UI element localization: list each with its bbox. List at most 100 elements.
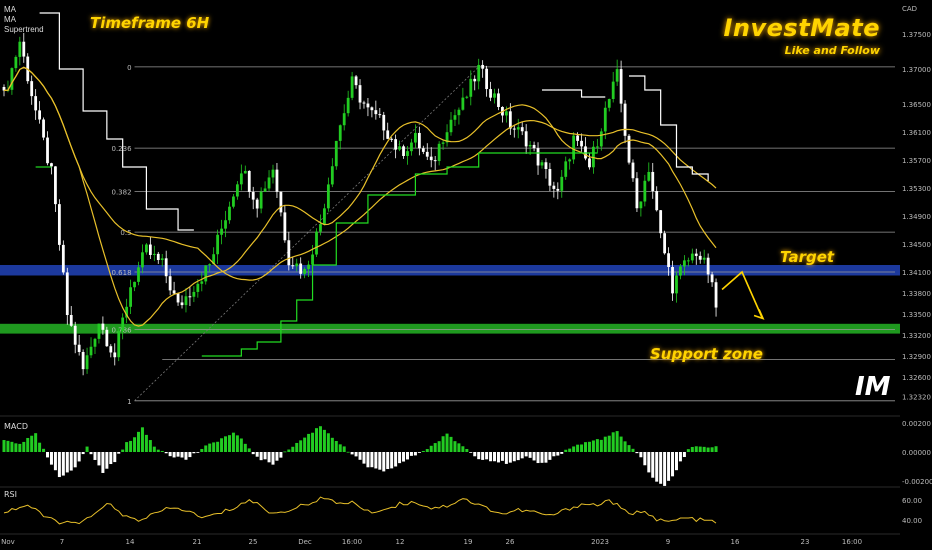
candle-body	[536, 148, 540, 166]
candle-body	[485, 68, 489, 90]
macd-bar	[370, 452, 374, 468]
macd-bar	[690, 446, 694, 452]
candle-body	[532, 144, 536, 149]
time-tick-2: 14	[126, 538, 135, 546]
candle-body	[38, 110, 42, 120]
candle-body	[394, 139, 398, 150]
macd-bar	[635, 452, 639, 454]
candle-body	[580, 140, 583, 147]
rsi-label[interactable]: RSI	[4, 490, 17, 499]
macd-bar	[560, 452, 564, 454]
macd-bar	[184, 452, 188, 460]
candle-body	[184, 296, 188, 306]
candle-body	[461, 97, 465, 110]
candle-body	[235, 184, 239, 197]
macd-bar	[235, 435, 239, 452]
macd-bar	[556, 452, 560, 456]
macd-bar	[374, 452, 378, 469]
candle-body	[453, 115, 457, 120]
candle-body	[34, 96, 38, 111]
candle-body	[631, 162, 635, 179]
time-tick-9: 26	[506, 538, 515, 546]
brand-title: InvestMate	[723, 14, 880, 42]
candle-body	[156, 253, 160, 261]
time-tick-4: 25	[249, 538, 258, 546]
candle-body	[564, 161, 568, 177]
trading-chart[interactable]: 00.2360.3820.50.6180.7861CAD1.375001.370…	[0, 0, 932, 550]
candle-body	[366, 103, 370, 108]
macd-bar	[330, 437, 334, 452]
macd-bar	[694, 446, 698, 452]
candle-body	[307, 264, 310, 270]
candle-body	[682, 260, 686, 267]
macd-bar	[647, 452, 651, 473]
macd-bar	[156, 449, 160, 452]
macd-bar	[227, 435, 231, 452]
candle-body	[647, 171, 651, 181]
macd-bar	[702, 446, 706, 452]
candle-body	[145, 244, 148, 253]
candle-body	[271, 169, 275, 178]
legend-ma-2[interactable]: MA	[4, 15, 44, 25]
macd-bar	[489, 452, 493, 462]
candle-body	[421, 148, 425, 152]
price-tick-13: 1.32600	[902, 374, 931, 382]
candle-body	[105, 329, 109, 347]
candle-body	[465, 96, 469, 98]
macd-bar	[449, 436, 453, 452]
candle-body	[109, 346, 113, 353]
candle-body	[192, 291, 196, 297]
candle-body	[548, 168, 552, 186]
macd-bar	[532, 452, 536, 461]
candle-body	[97, 323, 101, 339]
candle-body	[121, 317, 125, 332]
macd-bar	[504, 452, 508, 464]
candle-body	[572, 135, 576, 160]
macd-bar	[477, 452, 481, 460]
macd-bar	[176, 452, 180, 457]
macd-bar	[129, 440, 133, 452]
price-tick-9: 1.33800	[902, 290, 931, 298]
macd-bar	[259, 452, 263, 461]
candle-body	[406, 151, 409, 156]
macd-bar	[548, 452, 552, 460]
macd-bar	[413, 452, 417, 456]
candle-body	[556, 188, 560, 191]
macd-bar	[125, 442, 129, 452]
candle-body	[374, 110, 378, 115]
candle-body	[338, 125, 342, 141]
candle-body	[54, 166, 57, 205]
price-tick-2: 1.36500	[902, 101, 931, 109]
macd-bar	[516, 452, 520, 461]
macd-bar	[540, 452, 544, 463]
macd-bar	[623, 441, 627, 452]
candle-body	[714, 282, 718, 308]
macd-bar	[674, 452, 678, 471]
legend-supertrend[interactable]: Supertrend	[4, 25, 44, 35]
target-label: Target	[780, 248, 835, 266]
macd-bar	[220, 438, 224, 452]
time-tick-8: 19	[464, 538, 473, 546]
legend-ma-1[interactable]: MA	[4, 5, 44, 15]
macd-label[interactable]: MACD	[4, 422, 28, 431]
macd-bar	[212, 442, 216, 452]
macd-bar	[425, 449, 429, 452]
candle-body	[77, 344, 81, 352]
candle-body	[30, 81, 34, 97]
macd-bar	[655, 452, 659, 482]
macd-bar	[303, 437, 307, 452]
candle-body	[552, 185, 556, 189]
candle-body	[512, 128, 516, 130]
candle-body	[568, 159, 572, 162]
candle-body	[220, 228, 223, 235]
macd-bar	[667, 452, 671, 481]
macd-bar	[65, 452, 69, 473]
macd-bar	[307, 433, 311, 452]
macd-bar	[627, 445, 631, 452]
macd-bar	[706, 447, 710, 452]
macd-bar	[34, 433, 38, 452]
brand-tagline: Like and Follow	[784, 44, 880, 57]
macd-bar	[2, 440, 6, 452]
candle-body	[659, 210, 663, 234]
macd-bar	[30, 435, 34, 452]
